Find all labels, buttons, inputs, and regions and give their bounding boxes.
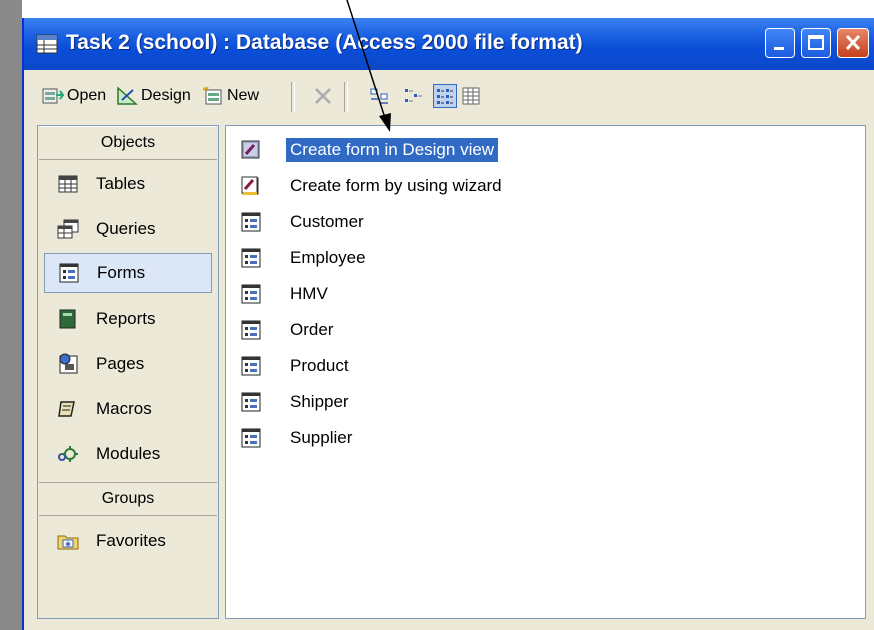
database-window-icon: [36, 34, 58, 54]
toolbar: Open Design New: [24, 70, 874, 120]
list-item-form[interactable]: Shipper: [240, 387, 353, 417]
favorites-folder-icon: ✱: [57, 535, 79, 550]
table-icon: [58, 175, 78, 193]
close-icon: [845, 34, 861, 51]
wizard-icon: [241, 176, 259, 195]
close-button[interactable]: [837, 28, 869, 58]
title-bar[interactable]: Task 2 (school) : Database (Access 2000 …: [24, 18, 874, 70]
sidebar-item-tables[interactable]: Tables: [44, 164, 212, 204]
new-label: New: [227, 87, 260, 104]
svg-text:✱: ✱: [65, 541, 71, 549]
database-window: Task 2 (school) : Database (Access 2000 …: [22, 18, 874, 630]
sidebar-item-label: Reports: [96, 309, 156, 328]
design-button[interactable]: Design: [116, 84, 191, 108]
list-item-label: Shipper: [290, 392, 349, 411]
form-icon: [241, 320, 261, 340]
list-item-label: HMV: [290, 284, 328, 303]
delete-icon[interactable]: [312, 85, 334, 107]
list-item-form[interactable]: Employee: [240, 243, 370, 273]
sidebar-item-label: Queries: [96, 219, 156, 238]
design-label: Design: [141, 87, 191, 104]
details-view-icon[interactable]: [460, 85, 482, 107]
toolbar-separator: [344, 82, 348, 112]
desktop-edge: [0, 0, 22, 630]
form-icon: [241, 356, 261, 376]
new-button[interactable]: New: [202, 84, 259, 108]
list-item-form[interactable]: Product: [240, 351, 353, 381]
list-item-create-wizard[interactable]: Create form by using wizard: [240, 171, 506, 201]
macro-icon: [58, 401, 75, 417]
open-button[interactable]: Open: [42, 84, 106, 108]
list-item-create-design[interactable]: Create form in Design view: [240, 135, 499, 165]
report-icon: [59, 309, 76, 329]
form-icon: [241, 284, 261, 304]
list-item-form[interactable]: HMV: [240, 279, 332, 309]
form-icon: [59, 263, 79, 283]
sidebar-item-label: Favorites: [96, 531, 166, 550]
list-item-form[interactable]: Customer: [240, 207, 368, 237]
objects-header[interactable]: Objects: [39, 126, 217, 160]
sidebar-item-label: Pages: [96, 354, 145, 373]
list-item-label: Create form in Design view: [286, 138, 499, 162]
window-title: Task 2 (school) : Database (Access 2000 …: [66, 31, 583, 54]
list-item-label: Employee: [290, 248, 366, 267]
list-item-label: Product: [290, 356, 349, 375]
open-form-icon: [42, 88, 64, 104]
sidebar-item-modules[interactable]: Modules: [44, 434, 212, 474]
list-item-label: Order: [290, 320, 334, 339]
sidebar-item-favorites[interactable]: ✱ Favorites: [44, 521, 212, 561]
minimize-button[interactable]: [765, 28, 795, 58]
objects-bar: Objects Tables Queries Forms Reports Pag…: [37, 125, 219, 619]
large-icons-view-icon[interactable]: [369, 85, 391, 107]
list-view-icon[interactable]: [433, 84, 457, 108]
design-view-icon: [117, 86, 138, 105]
sidebar-item-queries[interactable]: Queries: [44, 209, 212, 249]
sidebar-item-reports[interactable]: Reports: [44, 299, 212, 339]
module-icon: [58, 446, 78, 462]
maximize-icon: [808, 35, 824, 50]
toolbar-separator: [291, 82, 295, 112]
open-label: Open: [67, 87, 107, 104]
maximize-button[interactable]: [801, 28, 831, 58]
forms-list: Create form in Design view Create form b…: [225, 125, 866, 619]
small-icons-view-icon[interactable]: [402, 85, 424, 107]
form-icon: [241, 428, 261, 448]
sidebar-item-macros[interactable]: Macros: [44, 389, 212, 429]
list-item-label: Create form by using wizard: [290, 176, 502, 195]
query-icon: [57, 219, 79, 239]
sidebar-item-label: Modules: [96, 444, 161, 463]
sidebar-item-label: Tables: [96, 174, 146, 193]
minimize-icon: [774, 47, 784, 50]
list-item-label: Customer: [290, 212, 364, 231]
sidebar-item-forms[interactable]: Forms: [44, 253, 212, 293]
database-body: Objects Tables Queries Forms Reports Pag…: [29, 120, 869, 620]
sidebar-item-label: Macros: [96, 399, 152, 418]
design-wizard-icon: [241, 140, 260, 159]
sidebar-item-pages[interactable]: Pages: [44, 344, 212, 384]
page-icon: [59, 353, 78, 374]
form-icon: [241, 248, 261, 268]
groups-header[interactable]: Groups: [39, 482, 217, 516]
list-item-form[interactable]: Order: [240, 315, 337, 345]
list-item-form[interactable]: Supplier: [240, 423, 356, 453]
list-item-label: Supplier: [290, 428, 353, 447]
new-form-icon: [202, 86, 222, 105]
form-icon: [241, 392, 261, 412]
sidebar-item-label: Forms: [97, 263, 146, 282]
form-icon: [241, 212, 261, 232]
